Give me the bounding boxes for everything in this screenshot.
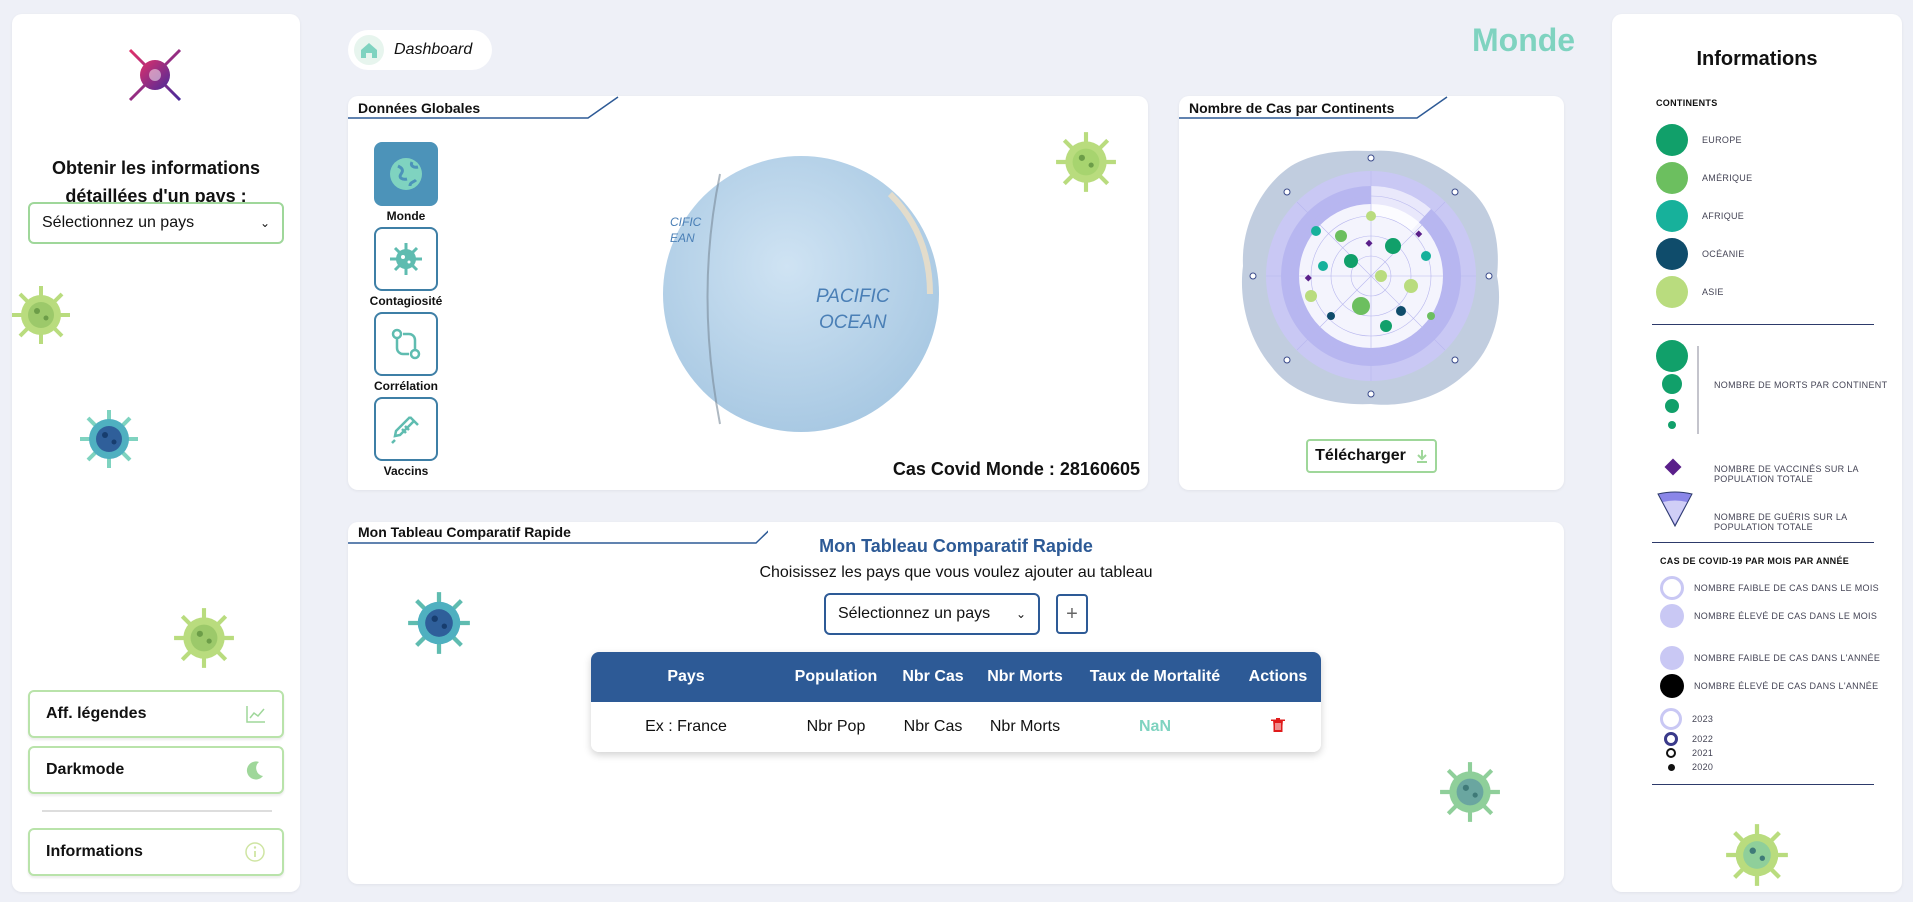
legend-low-year: NOMBRE FAIBLE DE CAS DANS L'ANNÉE xyxy=(1660,646,1880,670)
mode-contagiosite[interactable]: Contagiosité xyxy=(366,227,446,308)
virus-icon xyxy=(390,243,422,275)
radial-continents-chart[interactable] xyxy=(1215,126,1527,426)
darkmode-button[interactable]: Darkmode xyxy=(28,746,284,794)
vaccinated-legend-label: NOMBRE DE VACCINÉS SUR LA POPULATION TOT… xyxy=(1714,464,1859,484)
color-swatch xyxy=(1656,124,1688,156)
mode-vaccins[interactable]: Vaccins xyxy=(366,397,446,478)
breadcrumb-dashboard[interactable]: Dashboard xyxy=(394,41,472,59)
divider xyxy=(1652,324,1874,325)
cell-pays: Ex : France xyxy=(591,702,781,752)
legend-high-year: NOMBRE ÉLEVÉ DE CAS DANS L'ANNÉE xyxy=(1660,674,1878,698)
home-icon xyxy=(354,35,384,65)
correlation-icon xyxy=(391,328,421,360)
legend-low-month: NOMBRE FAIBLE DE CAS DANS LE MOIS xyxy=(1660,576,1879,600)
comparison-subtitle: Choisissez les pays que vous voulez ajou… xyxy=(759,564,1153,581)
download-button[interactable]: Télécharger xyxy=(1306,439,1437,473)
globe-ocean-label: PACIFIC OCEAN xyxy=(816,286,890,333)
legend-year-2022: 2022 xyxy=(1664,732,1713,746)
divider xyxy=(1652,784,1874,785)
tab-underline xyxy=(1179,96,1448,119)
legend-high-month: NOMBRE ÉLEVÉ DE CAS DANS LE MOIS xyxy=(1660,604,1877,628)
ring-marker xyxy=(1660,576,1684,600)
globe-edge-label: CIFIC EAN xyxy=(670,215,702,245)
recovered-legend-label: NOMBRE DE GUÉRIS SUR LA POPULATION TOTAL… xyxy=(1714,512,1847,532)
legend-year-2021: 2021 xyxy=(1666,748,1713,758)
virus-decoration-icon xyxy=(1440,762,1500,822)
trash-icon[interactable] xyxy=(1271,717,1285,733)
globe-icon xyxy=(390,158,422,190)
world-cases-label: Cas Covid Monde : 28160605 xyxy=(892,459,1140,479)
color-swatch xyxy=(1656,162,1688,194)
fill-marker xyxy=(1660,674,1684,698)
virus-decoration-icon xyxy=(1056,132,1116,192)
moon-icon xyxy=(246,761,263,780)
legend-year-2020: 2020 xyxy=(1668,762,1713,772)
virus-decoration-icon xyxy=(1726,824,1788,886)
legend-toggle-button[interactable]: Aff. légendes xyxy=(28,690,284,738)
add-country-button[interactable]: + xyxy=(1056,594,1088,634)
divider xyxy=(42,810,272,812)
legend-year-2023: 2023 xyxy=(1660,708,1713,730)
info-title: Informations xyxy=(1696,48,1818,70)
legend-asie: ASIE xyxy=(1656,276,1724,308)
color-swatch xyxy=(1656,276,1688,308)
col-population: Population xyxy=(781,652,891,702)
info-panel: Informations CONTINENTS EUROPE AMÉRIQUE … xyxy=(1612,14,1902,892)
monthly-legend-title: CAS DE COVID-19 PAR MOIS PAR ANNÉE xyxy=(1660,556,1850,566)
divider xyxy=(1652,542,1874,543)
funnel-icon xyxy=(1657,491,1693,528)
comparison-title: Mon Tableau Comparatif Rapide xyxy=(819,536,1093,556)
fill-marker xyxy=(1660,646,1684,670)
continents-chart-card: Nombre de Cas par Continents Télécharger xyxy=(1179,96,1564,490)
virus-decoration-icon xyxy=(174,608,234,668)
country-select[interactable]: Sélectionnez un pays ⌄ xyxy=(28,202,284,244)
information-button[interactable]: Informations xyxy=(28,828,284,876)
chart-line-icon xyxy=(246,706,265,723)
virus-decoration-icon xyxy=(12,286,70,344)
logo-icon xyxy=(120,40,190,110)
global-data-card: Données Globales Monde Contagiosité Corr… xyxy=(348,96,1148,490)
download-icon xyxy=(1416,450,1427,463)
col-pays: Pays xyxy=(591,652,781,702)
col-cas: Nbr Cas xyxy=(891,652,975,702)
cell-cas: Nbr Cas xyxy=(891,702,975,752)
ring-marker xyxy=(1660,604,1684,628)
legend-amerique: AMÉRIQUE xyxy=(1656,162,1752,194)
breadcrumb[interactable]: Dashboard xyxy=(348,30,492,70)
chevron-down-icon: ⌄ xyxy=(259,216,270,230)
info-circle-icon xyxy=(245,842,265,862)
legend-europe: EUROPE xyxy=(1656,124,1742,156)
virus-decoration-icon xyxy=(80,410,138,468)
continents-legend-title: CONTINENTS xyxy=(1656,98,1718,108)
color-swatch xyxy=(1656,238,1688,270)
mode-correlation[interactable]: Corrélation xyxy=(366,312,446,393)
world-globe[interactable] xyxy=(660,154,942,434)
deaths-size-legend xyxy=(1656,340,1699,434)
syringe-icon xyxy=(391,416,419,444)
diamond-icon xyxy=(1664,458,1682,476)
comparison-table: Pays Population Nbr Cas Nbr Morts Taux d… xyxy=(591,652,1321,752)
legend-oceanie: OCÉANIE xyxy=(1656,238,1745,270)
tab-underline xyxy=(348,96,619,119)
col-morts: Nbr Morts xyxy=(975,652,1075,702)
virus-decoration-icon xyxy=(408,592,470,654)
col-mortalite: Taux de Mortalité xyxy=(1075,652,1235,702)
sidebar: Obtenir les informations détaillées d'un… xyxy=(12,14,300,892)
deaths-legend-label: NOMBRE DE MORTS PAR CONTINENT xyxy=(1714,380,1888,390)
col-actions: Actions xyxy=(1235,652,1321,702)
cell-mortalite: NaN xyxy=(1075,702,1235,752)
chevron-down-icon: ⌄ xyxy=(1015,607,1026,621)
cell-morts: Nbr Morts xyxy=(975,702,1075,752)
page-title: Monde xyxy=(1472,22,1576,58)
mode-monde[interactable]: Monde xyxy=(366,142,446,223)
table-header-row: Pays Population Nbr Cas Nbr Morts Taux d… xyxy=(591,652,1321,702)
color-swatch xyxy=(1656,200,1688,232)
compare-country-select[interactable]: Sélectionnez un pays ⌄ xyxy=(824,593,1040,635)
table-row: Ex : France Nbr Pop Nbr Cas Nbr Morts Na… xyxy=(591,702,1321,752)
legend-afrique: AFRIQUE xyxy=(1656,200,1744,232)
cell-population: Nbr Pop xyxy=(781,702,891,752)
